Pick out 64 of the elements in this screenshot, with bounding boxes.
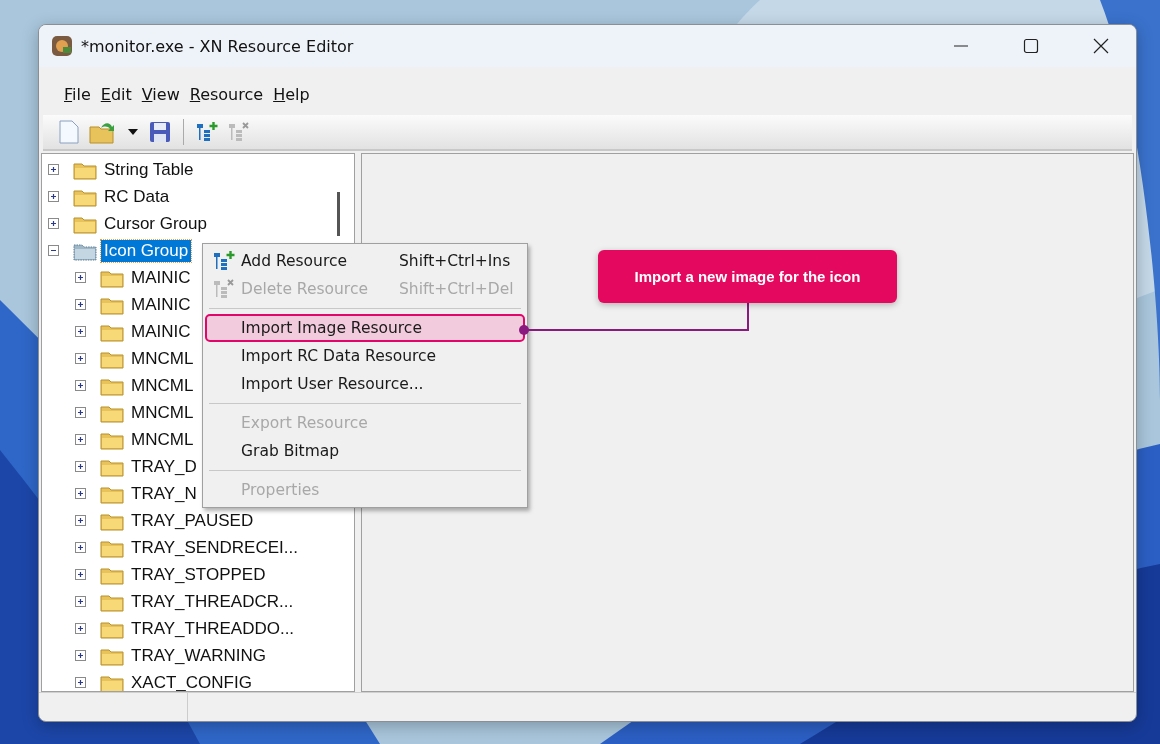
- tree-item[interactable]: TRAY_WARNING: [128, 644, 270, 667]
- expand-icon[interactable]: [75, 515, 86, 526]
- expand-icon[interactable]: [75, 488, 86, 499]
- menu-item[interactable]: View: [136, 79, 185, 109]
- tree-item[interactable]: MAINIC: [128, 320, 194, 343]
- save-button[interactable]: [147, 121, 173, 143]
- tree-delete-icon: [228, 122, 250, 142]
- expand-icon[interactable]: [75, 380, 86, 391]
- tree-add-icon: [196, 122, 218, 142]
- collapse-icon[interactable]: [48, 245, 59, 256]
- tree-item[interactable]: MNCML: [128, 401, 197, 424]
- tree-item[interactable]: MNCML: [128, 347, 197, 370]
- expand-icon[interactable]: [75, 542, 86, 553]
- dropdown-button[interactable]: [125, 128, 141, 136]
- tree-item[interactable]: TRAY_THREADCR...: [128, 590, 297, 613]
- callout: Import a new image for the icon: [598, 250, 897, 303]
- menu-item[interactable]: Add Resource Shift+Ctrl+Ins: [205, 247, 525, 275]
- tree-item[interactable]: TRAY_PAUSED: [128, 509, 257, 532]
- menu-item[interactable]: File: [59, 79, 96, 109]
- expand-icon[interactable]: [75, 623, 86, 634]
- menu-item[interactable]: Import Image Resource: [205, 314, 525, 342]
- close-icon: [1093, 38, 1109, 54]
- add-node-button[interactable]: [194, 122, 220, 142]
- expand-icon[interactable]: [75, 434, 86, 445]
- tree-item[interactable]: MAINIC: [128, 266, 194, 289]
- tree-item[interactable]: RC Data: [101, 185, 173, 208]
- expand-icon[interactable]: [75, 299, 86, 310]
- window-title: *monitor.exe - XN Resource Editor: [81, 36, 355, 56]
- tree-item[interactable]: TRAY_THREADDO...: [128, 617, 298, 640]
- tree-add-icon: [213, 251, 235, 271]
- tree-item[interactable]: TRAY_SENDRECEI...: [128, 536, 301, 559]
- expand-icon[interactable]: [48, 164, 59, 175]
- expand-icon[interactable]: [75, 326, 86, 337]
- tree-item[interactable]: Cursor Group: [101, 212, 210, 235]
- tree-item[interactable]: MNCML: [128, 374, 197, 397]
- tree-delete-icon: [213, 279, 235, 299]
- expand-icon[interactable]: [75, 596, 86, 607]
- expand-icon[interactable]: [75, 407, 86, 418]
- expand-icon[interactable]: [75, 569, 86, 580]
- tree-item[interactable]: String Table: [101, 158, 197, 181]
- expand-icon[interactable]: [75, 353, 86, 364]
- menu-item[interactable]: Resource: [184, 79, 269, 109]
- menu-item[interactable]: Import User Resource...: [205, 370, 525, 398]
- tree-item[interactable]: XACT_CONFIG: [128, 671, 255, 691]
- maximize-icon: [1023, 38, 1039, 54]
- tree-item[interactable]: TRAY_STOPPED: [128, 563, 269, 586]
- tree-item[interactable]: MAINIC: [128, 293, 194, 316]
- scrollbar-thumb[interactable]: [337, 192, 340, 236]
- tree-item[interactable]: TRAY_D: [128, 455, 200, 478]
- menu-item[interactable]: Help: [268, 79, 315, 109]
- menu-item[interactable]: Import RC Data Resource: [205, 342, 525, 370]
- expand-icon[interactable]: [75, 677, 86, 688]
- expand-icon[interactable]: [75, 272, 86, 283]
- menu-item[interactable]: Grab Bitmap: [205, 437, 525, 465]
- expand-icon[interactable]: [75, 461, 86, 472]
- tree-item[interactable]: Icon Group: [101, 239, 192, 262]
- app-icon: [51, 35, 73, 57]
- tree-item[interactable]: MNCML: [128, 428, 197, 451]
- menu-item[interactable]: Edit: [95, 79, 137, 109]
- tree-item[interactable]: TRAY_N: [128, 482, 200, 505]
- expand-icon[interactable]: [48, 191, 59, 202]
- minimize-icon: [954, 45, 968, 47]
- expand-icon[interactable]: [48, 218, 59, 229]
- expand-icon[interactable]: [75, 650, 86, 661]
